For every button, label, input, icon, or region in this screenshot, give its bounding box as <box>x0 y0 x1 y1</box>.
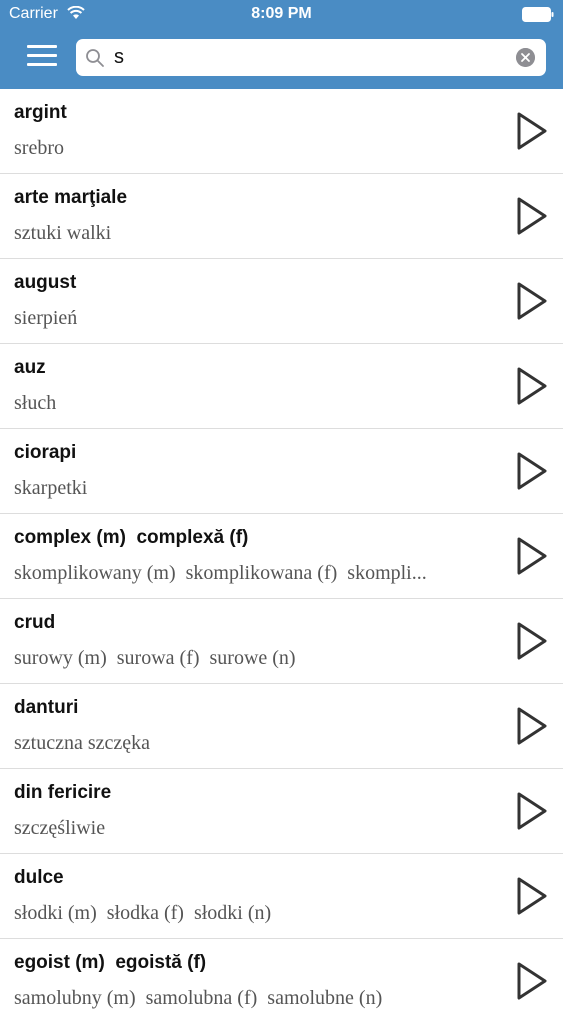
term-label: complex (m) complexă (f) <box>14 527 249 548</box>
list-item[interactable]: din fericire szczęśliwie <box>0 769 563 854</box>
list-item[interactable]: dulce słodki (m) słodka (f) słodki (n) <box>0 854 563 939</box>
list-item[interactable]: danturi sztuczna szczęka <box>0 684 563 769</box>
term-label: argint <box>14 102 67 123</box>
translation-label: słuch <box>14 392 57 414</box>
search-bar[interactable] <box>76 39 546 76</box>
term-label: danturi <box>14 697 79 718</box>
term-label: august <box>14 272 77 293</box>
term-label: din fericire <box>14 782 112 803</box>
list-item[interactable]: complex (m) complexă (f) skomplikowany (… <box>0 514 563 599</box>
status-bar: Carrier 8:09 PM <box>0 0 563 30</box>
translation-label: słodki (m) słodka (f) słodki (n) <box>14 902 272 924</box>
translation-label: skomplikowany (m) skomplikowana (f) skom… <box>14 562 427 584</box>
play-icon[interactable] <box>515 535 549 577</box>
search-input[interactable] <box>114 44 504 71</box>
term-label: egoist (m) egoistă (f) <box>14 952 207 973</box>
play-icon[interactable] <box>515 280 549 322</box>
play-icon[interactable] <box>515 110 549 152</box>
term-label: crud <box>14 612 56 633</box>
play-icon[interactable] <box>515 790 549 832</box>
clear-icon[interactable] <box>516 48 535 67</box>
play-icon[interactable] <box>515 365 549 407</box>
play-icon[interactable] <box>515 195 549 237</box>
hamburger-menu-icon[interactable] <box>27 45 57 67</box>
list-item[interactable]: ciorapi skarpetki <box>0 429 563 514</box>
list-item[interactable]: august sierpień <box>0 259 563 344</box>
translation-label: surowy (m) surowa (f) surowe (n) <box>14 647 296 669</box>
term-label: arte marţiale <box>14 187 128 208</box>
play-icon[interactable] <box>515 450 549 492</box>
term-label: ciorapi <box>14 442 77 463</box>
term-label: auz <box>14 357 46 378</box>
list-item[interactable]: argint srebro <box>0 89 563 174</box>
play-icon[interactable] <box>515 960 549 1002</box>
translation-label: sierpień <box>14 307 78 329</box>
list-item[interactable]: arte marţiale sztuki walki <box>0 174 563 259</box>
list-item[interactable]: crud surowy (m) surowa (f) surowe (n) <box>0 599 563 684</box>
play-icon[interactable] <box>515 705 549 747</box>
translation-label: sztuczna szczęka <box>14 732 151 754</box>
list-item[interactable]: auz słuch <box>0 344 563 429</box>
translation-label: skarpetki <box>14 477 88 499</box>
battery-icon <box>522 7 554 22</box>
translation-label: samolubny (m) samolubna (f) samolubne (n… <box>14 987 383 1009</box>
translation-label: srebro <box>14 137 64 159</box>
translation-label: sztuki walki <box>14 222 112 244</box>
results-list: argint srebro arte marţiale sztuki walki… <box>0 89 563 1023</box>
play-icon[interactable] <box>515 620 549 662</box>
play-icon[interactable] <box>515 875 549 917</box>
clock: 8:09 PM <box>251 5 312 22</box>
term-label: dulce <box>14 867 64 888</box>
search-icon <box>86 49 104 67</box>
translation-label: szczęśliwie <box>14 817 106 839</box>
header-bar: Carrier 8:09 PM <box>0 0 563 89</box>
list-item[interactable]: egoist (m) egoistă (f) samolubny (m) sam… <box>0 939 563 1023</box>
